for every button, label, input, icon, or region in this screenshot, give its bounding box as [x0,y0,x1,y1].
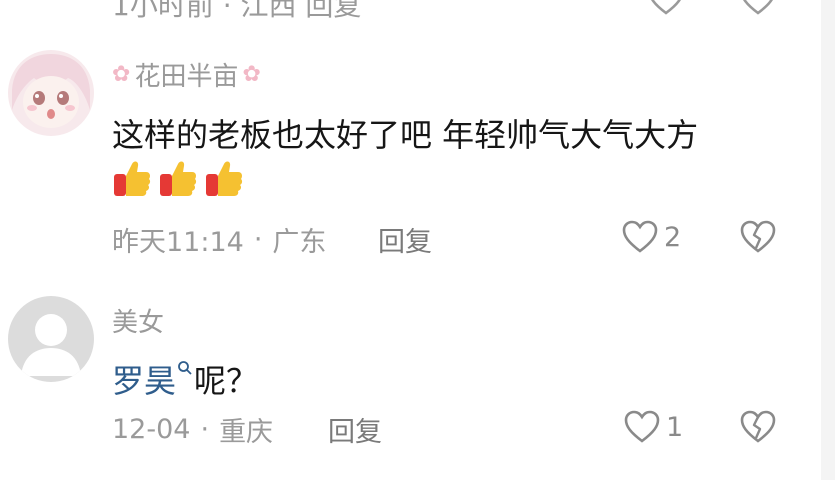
thumbs-up-emoji [206,161,243,196]
flower-icon: ✿ [242,62,261,87]
username-text: 花田半亩 [134,62,239,92]
like-count: 1 [666,411,684,443]
comment-item: 美女 罗昊 呢？ 12-04 · 重庆 回复 1 [0,280,820,480]
comment-location: 广东 [272,227,327,258]
comment-location: 重庆 [219,417,274,448]
comment-time: 昨天11:14 [112,227,244,258]
emoji-row [112,156,244,198]
flower-icon: ✿ [112,62,131,87]
comment-item: ✿ 花田半亩 ✿ 这样的老板也太好了吧 年轻帅气大气大方 昨天11:14 · 广… [0,0,820,280]
scroll-edge [821,0,835,480]
heart-icon [622,220,658,253]
username[interactable]: ✿ 花田半亩 ✿ [112,56,261,93]
username[interactable]: 美女 [112,302,164,339]
reply-button[interactable]: 回复 [328,410,382,449]
search-icon [178,361,192,375]
heart-icon [624,410,660,443]
like-button[interactable]: 1 [624,410,683,444]
comment-text: 这样的老板也太好了吧 年轻帅气大气大方 [112,116,699,154]
mention-link[interactable]: 罗昊 [112,362,176,400]
username-text: 美女 [112,308,165,338]
broken-heart-icon[interactable] [740,220,776,254]
comment-meta: 12-04 · 重庆 [112,410,273,449]
meta-separator: · [200,414,210,445]
comment-meta: 昨天11:14 · 广东 [112,220,326,259]
comment-text-tail: 呢？ [194,362,259,400]
like-count: 2 [664,221,682,253]
meta-separator: · [253,224,263,255]
reply-button[interactable]: 回复 [378,220,432,259]
comment-time: 12-04 [112,414,191,445]
avatar[interactable] [8,296,94,382]
avatar[interactable] [8,50,94,136]
comment-text: 罗昊 呢？ [112,356,258,402]
thumbs-up-emoji [114,161,151,196]
broken-heart-icon[interactable] [740,410,776,444]
like-button[interactable]: 2 [622,220,681,254]
thumbs-up-emoji [160,161,197,196]
